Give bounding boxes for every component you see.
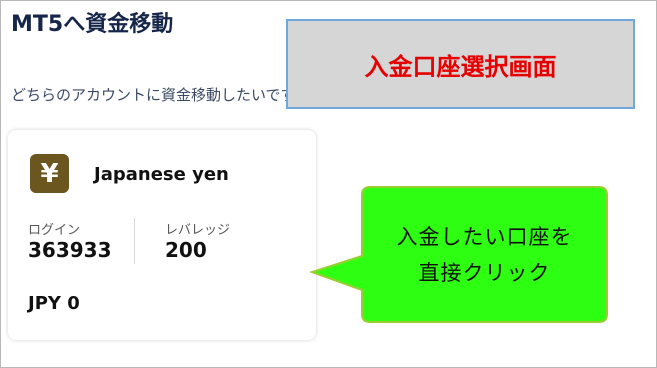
annotation-label-box: 入金口座選択画面	[286, 19, 635, 109]
card-divider	[134, 218, 135, 264]
yen-symbol: ¥	[40, 158, 59, 189]
balance-value: JPY 0	[28, 293, 80, 314]
account-card-jpy[interactable]: ¥ Japanese yen ログイン 363933 レバレッジ 200 JPY…	[8, 130, 316, 340]
login-label: ログイン	[28, 223, 81, 238]
currency-name: Japanese yen	[94, 164, 229, 185]
speech-bubble-text: 入金したい口座を 直接クリック	[362, 187, 607, 322]
speech-bubble-line-2: 直接クリック	[418, 260, 551, 285]
page-title: MT5へ資金移動	[11, 12, 174, 37]
yen-icon: ¥	[30, 154, 69, 193]
annotation-label-text: 入金口座選択画面	[364, 52, 557, 81]
page-subtitle: どちらのアカウントに資金移動したいですか	[11, 86, 311, 104]
login-value: 363933	[28, 238, 112, 262]
speech-bubble-line-1: 入金したい口座を	[396, 224, 573, 249]
leverage-value: 200	[165, 238, 207, 262]
leverage-label: レバレッジ	[165, 223, 231, 238]
